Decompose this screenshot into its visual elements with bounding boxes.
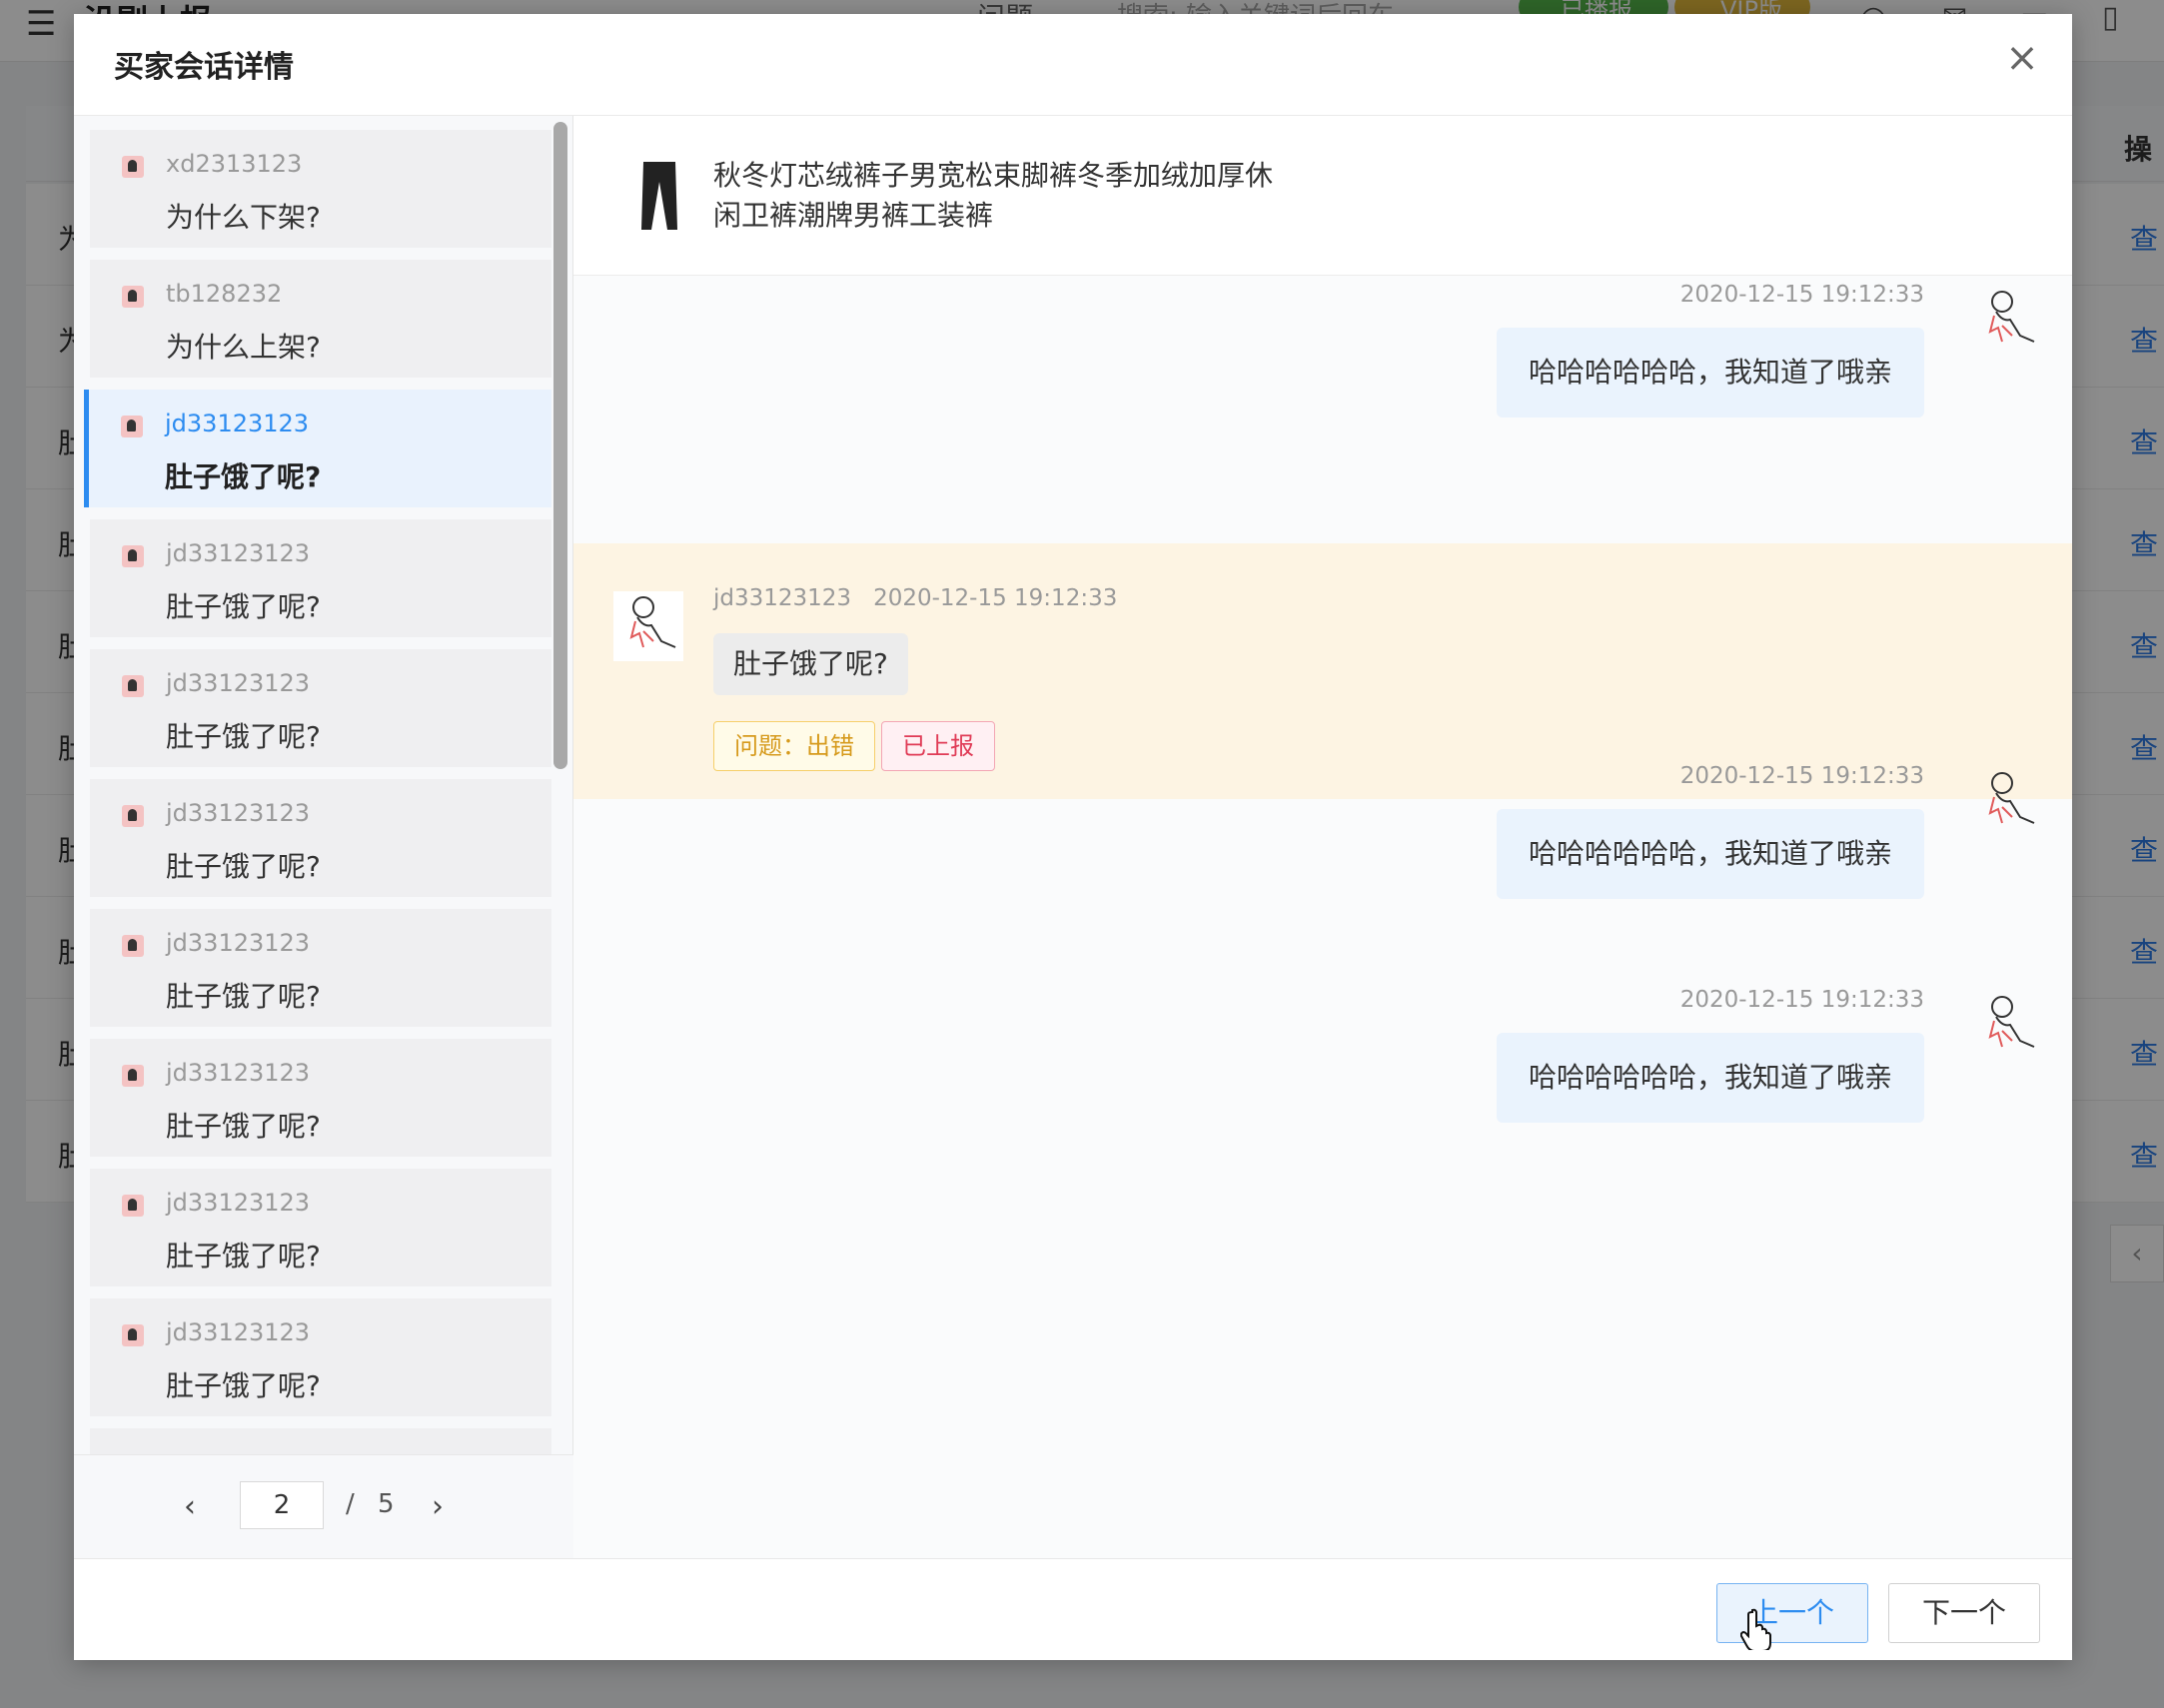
last-message: 肚子饿了呢? (166, 850, 321, 883)
conversation-item[interactable]: tb128232 为什么上架? (90, 260, 551, 378)
buyer-avatar (122, 286, 144, 308)
buyer-name: tb128232 (166, 280, 283, 308)
conversation-list[interactable]: xd2313123 为什么下架? tb128232 为什么上架? jd33123123 肚… (74, 116, 573, 1454)
conversation-sidebar: xd2313123 为什么下架? tb128232 为什么上架? jd33123123 肚… (74, 116, 573, 1558)
buyer-avatar (122, 805, 144, 827)
buyer-name: jd33123123 (165, 410, 310, 437)
agent-avatar-icon (1972, 286, 2042, 356)
conversation-item[interactable]: jd33123123 肚子饿了呢? (90, 909, 551, 1027)
modal-header: 买家会话详情 × (74, 14, 2072, 116)
conversation-item[interactable]: jd33123123 肚子饿了呢? (90, 779, 551, 897)
product-card: 秋冬灯芯绒裤子男宽松束脚裤冬季加绒加厚休闲卫裤潮牌男裤工装裤 (573, 116, 2072, 276)
previous-button[interactable]: 上一个 (1716, 1583, 1868, 1643)
received-message-bubble: 肚子饿了呢? (713, 633, 908, 695)
last-message: 肚子饿了呢? (166, 1110, 321, 1143)
buyer-avatar (121, 416, 143, 437)
last-message: 肚子饿了呢? (166, 1369, 321, 1402)
scrollbar[interactable] (553, 122, 567, 769)
pants-icon (641, 162, 677, 230)
buyer-conversation-modal: 买家会话详情 × xd2313123 为什么下架? tb128232 为什么上架? jd… (74, 14, 2072, 1660)
sent-message-bubble: 哈哈哈哈哈哈，我知道了哦亲 (1496, 809, 1924, 899)
conversation-item[interactable]: jd33123123 肚子饿了呢? (84, 390, 551, 507)
buyer-avatar (122, 545, 144, 567)
last-message: 为什么上架? (166, 331, 321, 364)
buyer-name: jd33123123 (166, 799, 311, 827)
buyer-name: xd2313123 (166, 150, 303, 178)
conversation-item[interactable]: jd33123123 肚子饿了呢? (90, 1298, 551, 1416)
buyer-avatar (122, 1324, 144, 1346)
conversation-item[interactable]: xd2313123 为什么下架? (90, 130, 551, 248)
last-message: 肚子饿了呢? (166, 590, 321, 623)
buyer-name: jd33123123 (166, 669, 311, 697)
next-button[interactable]: 下一个 (1888, 1583, 2040, 1643)
pagination: ‹ / 5 › (74, 1454, 573, 1558)
buyer-name: jd33123123 (166, 1189, 311, 1217)
modal-body: xd2313123 为什么下架? tb128232 为什么上架? jd33123123 肚… (74, 116, 2072, 1558)
issue-tag: 问题：出错 (713, 721, 875, 771)
message-timestamp: 2020-12-15 19:12:33 (873, 585, 1118, 611)
close-icon[interactable]: × (2000, 36, 2044, 80)
message-timestamp: 2020-12-15 19:12:33 (1679, 763, 1924, 789)
last-message: 肚子饿了呢? (166, 720, 321, 753)
total-pages: 5 (378, 1489, 395, 1519)
buyer-avatar (122, 156, 144, 178)
conversation-item[interactable]: jd33123123 肚子饿了呢? (90, 1169, 551, 1286)
page-number-input[interactable] (240, 1481, 324, 1529)
buyer-name: jd33123123 (166, 1059, 311, 1087)
buyer-avatar (122, 935, 144, 957)
conversation-item[interactable] (90, 1428, 551, 1454)
sent-message-bubble: 哈哈哈哈哈哈，我知道了哦亲 (1496, 1033, 1924, 1123)
buyer-avatar (122, 1195, 144, 1217)
last-message: 肚子饿了呢? (165, 460, 322, 493)
conversation-item[interactable]: jd33123123 肚子饿了呢? (90, 1039, 551, 1157)
prev-page-icon[interactable]: ‹ (184, 1489, 196, 1524)
last-message: 为什么下架? (166, 201, 321, 234)
buyer-name: jd33123123 (166, 539, 311, 567)
buyer-name: jd33123123 (166, 929, 311, 957)
product-name: 秋冬灯芯绒裤子男宽松束脚裤冬季加绒加厚休闲卫裤潮牌男裤工装裤 (713, 159, 1274, 232)
buyer-avatar-icon (613, 591, 683, 661)
conversation-item[interactable]: jd33123123 肚子饿了呢? (90, 519, 551, 637)
conversation-item[interactable]: jd33123123 肚子饿了呢? (90, 649, 551, 767)
message-meta: jd33123123 2020-12-15 19:12:33 (713, 585, 1117, 611)
last-message: 肚子饿了呢? (166, 980, 321, 1013)
buyer-avatar (122, 1065, 144, 1087)
agent-avatar-icon (1972, 767, 2042, 837)
chat-panel: 秋冬灯芯绒裤子男宽松束脚裤冬季加绒加厚休闲卫裤潮牌男裤工装裤 2020-12-1… (573, 116, 2072, 1558)
message-timestamp: 2020-12-15 19:12:33 (1679, 987, 1924, 1013)
modal-title: 买家会话详情 (114, 50, 294, 85)
hand-cursor-icon (1740, 1608, 1771, 1650)
page-separator: / (346, 1489, 355, 1519)
last-message: 肚子饿了呢? (166, 1240, 321, 1273)
reported-tag: 已上报 (881, 721, 995, 771)
agent-avatar-icon (1972, 991, 2042, 1061)
buyer-avatar (122, 675, 144, 697)
message-timestamp: 2020-12-15 19:12:33 (1679, 282, 1924, 308)
buyer-name: jd33123123 (166, 1318, 311, 1346)
sent-message-bubble: 哈哈哈哈哈哈，我知道了哦亲 (1496, 328, 1924, 418)
next-page-icon[interactable]: › (432, 1489, 444, 1524)
sender-name: jd33123123 (713, 585, 852, 611)
